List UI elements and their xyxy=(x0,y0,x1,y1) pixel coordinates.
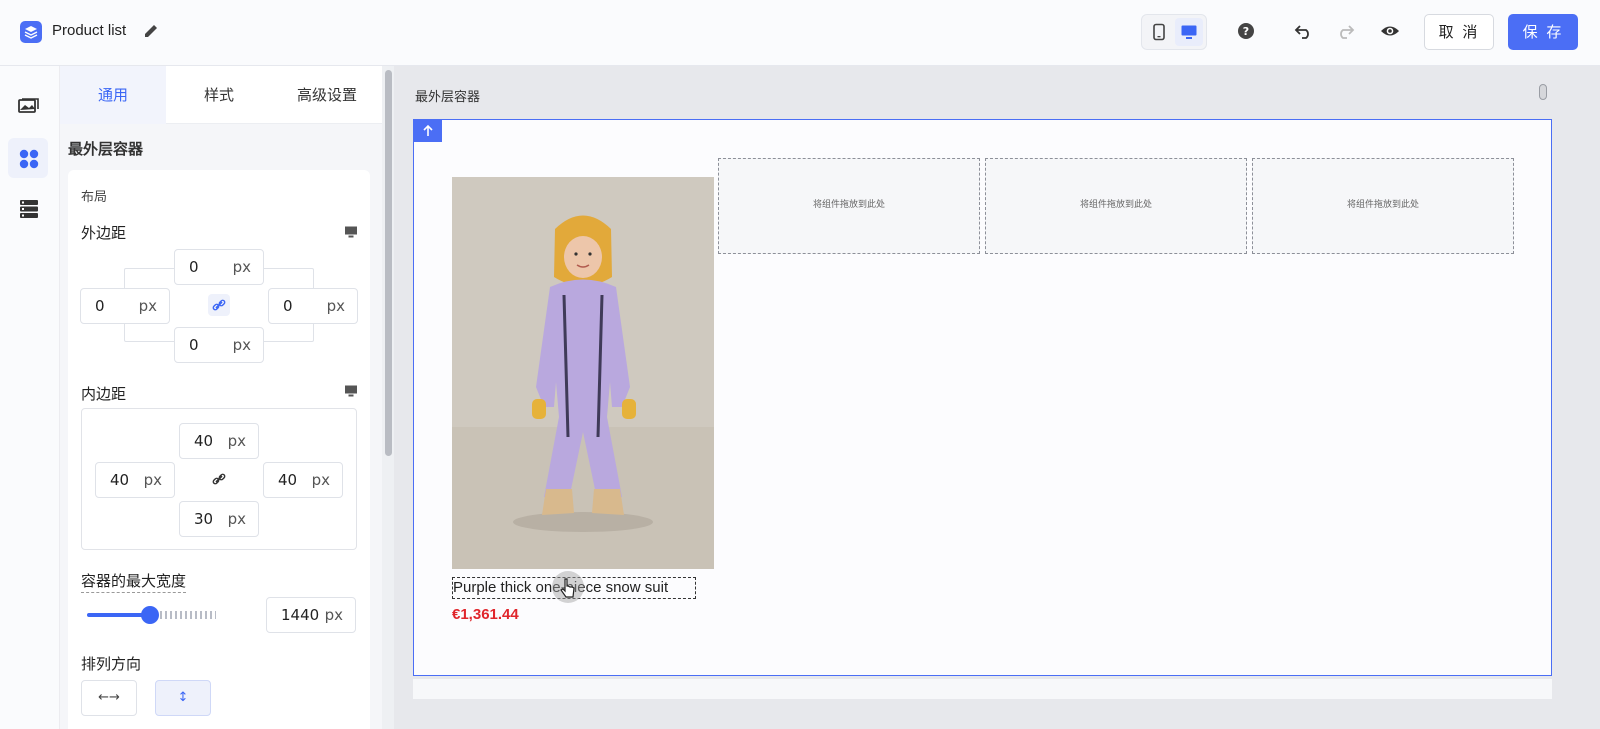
container-footer-strip xyxy=(413,679,1552,699)
max-width-input[interactable]: 1440 px xyxy=(266,597,356,633)
drop-zone-2[interactable]: 将组件拖放到此处 xyxy=(985,158,1247,254)
left-rail xyxy=(0,66,60,729)
edit-title-icon[interactable] xyxy=(142,22,160,40)
panel-scrollbar-thumb[interactable] xyxy=(385,70,392,456)
mobile-view-button[interactable] xyxy=(1145,18,1173,46)
cancel-button[interactable]: 取 消 xyxy=(1424,14,1494,50)
device-toggle xyxy=(1141,14,1207,50)
padding-top-unit: px xyxy=(227,432,246,450)
margin-bottom-input[interactable]: 0 px xyxy=(174,327,264,363)
padding-device-icon[interactable] xyxy=(344,384,358,398)
page-title: Product list xyxy=(52,22,127,39)
help-icon[interactable]: ? xyxy=(1235,20,1257,42)
drop-zone-3[interactable]: 将组件拖放到此处 xyxy=(1252,158,1514,254)
direction-label: 排列方向 xyxy=(81,655,142,673)
settings-tabs: 通用 样式 高级设置 xyxy=(60,66,382,124)
container-label: 最外层容器 xyxy=(415,90,481,105)
margin-bottom-unit: px xyxy=(232,336,251,354)
margin-top-input[interactable]: 0 px xyxy=(174,249,264,285)
margin-device-icon[interactable] xyxy=(344,225,358,239)
padding-label: 内边距 xyxy=(81,385,127,403)
app-logo-icon xyxy=(20,21,42,43)
direction-vertical-button[interactable]: ↕ xyxy=(155,680,211,716)
padding-bottom-value: 30 xyxy=(194,510,214,528)
margin-right-input[interactable]: 0 px xyxy=(268,288,358,324)
panel-scrollbar[interactable] xyxy=(382,66,394,729)
max-width-slider-fill xyxy=(87,613,149,617)
drop-zone-1[interactable]: 将组件拖放到此处 xyxy=(718,158,980,254)
editor-canvas: 最外层容器 Purple thick one-piece snow suit €… xyxy=(394,66,1600,729)
undo-icon[interactable] xyxy=(1293,20,1315,42)
outer-container[interactable]: Purple thick one-piece snow suit €1,361.… xyxy=(413,119,1552,676)
padding-right-value: 40 xyxy=(278,471,298,489)
rail-layers-icon[interactable] xyxy=(8,188,48,228)
padding-right-input[interactable]: 40 px xyxy=(263,462,343,498)
product-price: €1,361.44 xyxy=(452,606,519,623)
margin-top-value: 0 xyxy=(189,258,199,276)
redo-icon[interactable] xyxy=(1334,20,1356,42)
product-image[interactable] xyxy=(452,177,714,569)
padding-top-input[interactable]: 40 px xyxy=(179,423,259,459)
select-parent-arrow-icon[interactable] xyxy=(414,120,442,142)
cursor-hand-icon xyxy=(552,571,584,603)
save-button[interactable]: 保 存 xyxy=(1508,14,1578,50)
padding-left-input[interactable]: 40 px xyxy=(95,462,175,498)
margin-left-unit: px xyxy=(138,297,157,315)
tab-advanced[interactable]: 高级设置 xyxy=(272,66,382,124)
padding-bottom-input[interactable]: 30 px xyxy=(179,501,259,537)
margin-bottom-value: 0 xyxy=(189,336,199,354)
margin-top-unit: px xyxy=(232,258,251,276)
max-width-unit: px xyxy=(324,606,343,624)
margin-left-input[interactable]: 0 px xyxy=(80,288,170,324)
desktop-view-button[interactable] xyxy=(1175,18,1203,46)
margin-link-icon[interactable] xyxy=(208,294,230,316)
padding-right-unit: px xyxy=(311,471,330,489)
padding-left-value: 40 xyxy=(110,471,130,489)
rail-components-icon[interactable] xyxy=(8,138,48,178)
svg-text:?: ? xyxy=(1243,25,1249,38)
tab-general[interactable]: 通用 xyxy=(60,66,166,124)
max-width-label: 容器的最大宽度 xyxy=(81,570,187,593)
section-title: 最外层容器 xyxy=(68,140,144,158)
padding-link-icon[interactable] xyxy=(208,468,230,490)
margin-right-unit: px xyxy=(326,297,345,315)
preview-eye-icon[interactable] xyxy=(1379,20,1401,42)
direction-horizontal-button[interactable]: ←→ xyxy=(81,680,137,716)
canvas-scroll-indicator[interactable] xyxy=(1539,84,1547,100)
rail-media-icon[interactable] xyxy=(8,86,48,126)
padding-bottom-unit: px xyxy=(227,510,246,528)
padding-top-value: 40 xyxy=(194,432,214,450)
top-bar: Product list ? 取 消 保 存 xyxy=(0,0,1600,66)
max-width-slider-knob[interactable] xyxy=(141,606,159,624)
margin-right-value: 0 xyxy=(283,297,293,315)
margin-left-value: 0 xyxy=(95,297,105,315)
max-width-value: 1440 xyxy=(281,606,320,624)
layout-label: 布局 xyxy=(81,190,108,205)
tab-style[interactable]: 样式 xyxy=(166,66,272,124)
margin-label: 外边距 xyxy=(81,224,127,242)
max-width-slider-rail[interactable] xyxy=(150,611,216,619)
padding-left-unit: px xyxy=(143,471,162,489)
